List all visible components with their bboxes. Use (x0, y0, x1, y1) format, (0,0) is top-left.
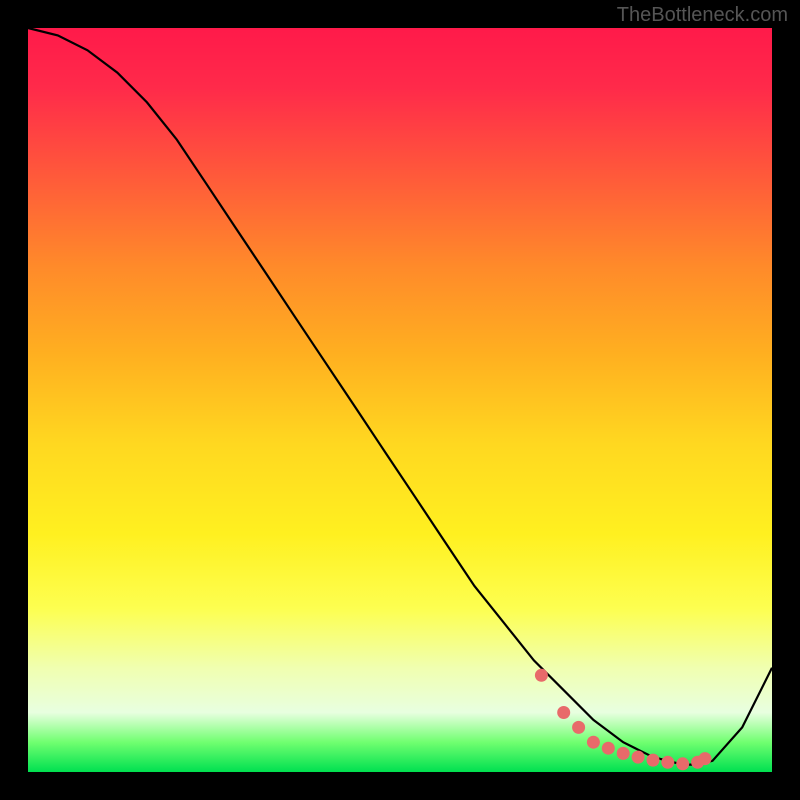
chart-svg (28, 28, 772, 772)
marker-point (587, 736, 600, 749)
curve-line (28, 28, 772, 765)
marker-point (661, 756, 674, 769)
marker-group (535, 669, 712, 771)
marker-point (602, 742, 615, 755)
marker-point (557, 706, 570, 719)
marker-point (617, 747, 630, 760)
chart-plot-area (28, 28, 772, 772)
marker-point (572, 721, 585, 734)
watermark-label: TheBottleneck.com (617, 4, 788, 27)
marker-point (647, 754, 660, 767)
marker-point (676, 757, 689, 770)
marker-point (632, 751, 645, 764)
marker-point (535, 669, 548, 682)
marker-point (699, 752, 712, 765)
